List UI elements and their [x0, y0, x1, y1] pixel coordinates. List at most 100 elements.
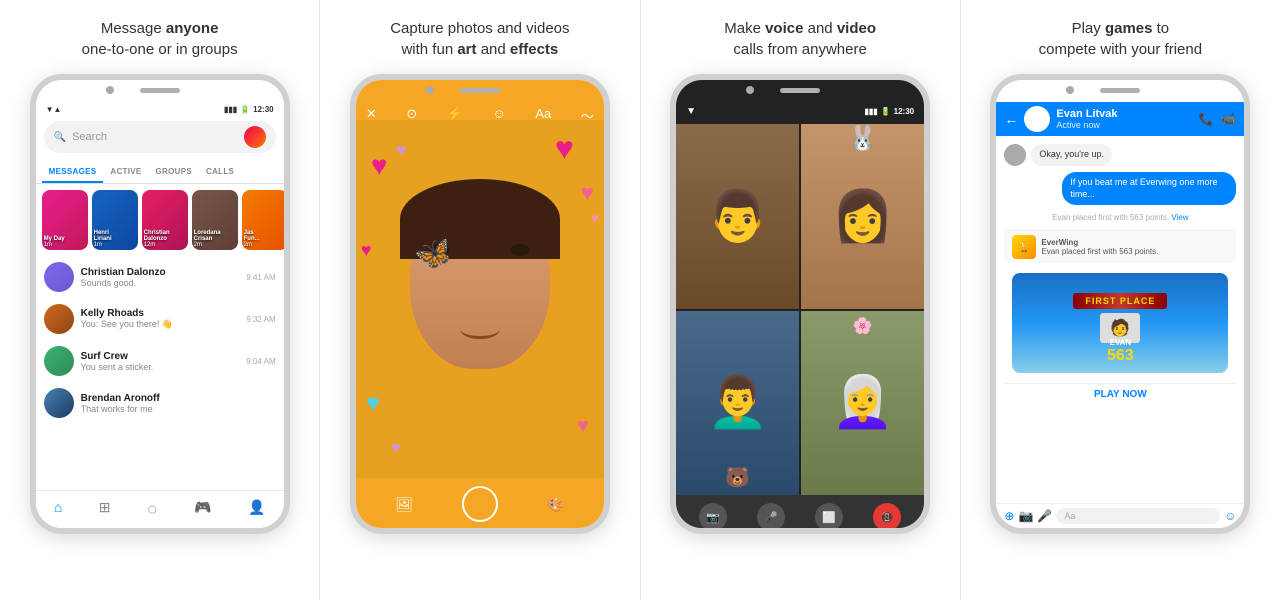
message-input-row: ⊕ 📷 🎤 Aa ☺: [996, 503, 1244, 528]
tab-calls[interactable]: CALLS: [199, 162, 241, 183]
view-link[interactable]: View: [1171, 213, 1188, 222]
story-1[interactable]: HenriLiriani1m: [92, 190, 138, 250]
heart-deco-1: ♥: [371, 150, 388, 182]
story-label-4: JasFun...2m: [244, 230, 284, 248]
chat-time-0: 9:41 AM: [246, 273, 275, 282]
text-aa-icon[interactable]: Aa: [535, 106, 551, 125]
heart-deco-9: ♥: [591, 210, 599, 226]
mic-input-icon[interactable]: 🎤: [1037, 509, 1052, 523]
play-now-row[interactable]: PLAY NOW: [1004, 383, 1236, 405]
contact-info: Evan Litvak Active now: [1056, 108, 1192, 130]
bunny-filter: 🐰: [848, 124, 878, 153]
heart-deco-6: ♥: [577, 415, 589, 438]
received-bubble-1: Okay, you're up.: [1031, 144, 1112, 166]
chat-avatar-0: [44, 262, 74, 292]
tab-messages[interactable]: MESSAGES: [42, 162, 104, 183]
msg-received-1: Okay, you're up.: [1004, 144, 1236, 166]
close-camera-icon[interactable]: ✕: [366, 106, 377, 125]
features-row: Message anyoneone-to-one or in groups ▼▲…: [0, 0, 1280, 600]
person2-placeholder: 👩 🐰: [801, 124, 924, 309]
nav-circle-icon[interactable]: ○: [147, 499, 158, 520]
gallery-icon[interactable]: 🖼: [395, 496, 413, 513]
score-player-name: EVAN: [1110, 338, 1132, 347]
nav-controller-icon[interactable]: 🎮: [194, 499, 211, 520]
effects-icon[interactable]: 〜: [581, 106, 594, 125]
face-effects-icon[interactable]: ⊙: [406, 106, 417, 125]
story-label-1: HenriLiriani1m: [94, 230, 136, 248]
video-call-grid: 👨 👩 🐰 👨‍🦱: [676, 124, 924, 495]
shutter-button[interactable]: [462, 486, 498, 522]
nav-grid-icon[interactable]: ⊞: [99, 499, 111, 520]
time-display-3: 12:30: [894, 107, 914, 116]
camera-input-icon[interactable]: 📷: [1018, 509, 1033, 523]
story-3[interactable]: LoredanaCrisan2m: [192, 190, 238, 250]
chat-item-3[interactable]: Brendan Aronoff That works for me: [36, 382, 284, 424]
chat-preview-3: That works for me: [81, 404, 269, 414]
camera-top-bar: ✕ ⊙ ⚡ ☺ Aa 〜: [356, 102, 604, 129]
emoji-icon[interactable]: ☺: [493, 106, 506, 125]
share-screen-btn[interactable]: ⬜: [815, 503, 843, 531]
time-display-1: 12:30: [253, 105, 273, 114]
tab-groups[interactable]: GROUPS: [149, 162, 199, 183]
call-action-icons: 📞 📹: [1198, 112, 1236, 126]
user-avatar[interactable]: [244, 126, 266, 148]
videocall-screen: ▼ ▮▮▮ 🔋 12:30 👨: [676, 80, 924, 528]
face-with-filter: 🦋: [400, 189, 560, 409]
heart-deco-8: ♥: [391, 440, 401, 458]
video-call-controls: 📷 🎤 ⬜ 📵: [676, 495, 924, 534]
video-call-icon[interactable]: 📹: [1221, 112, 1236, 126]
chat-time-2: 9:04 AM: [246, 357, 275, 366]
chat-avatar-1: [44, 304, 74, 334]
video-cell-person3: 👨‍🦱 🐻: [676, 311, 799, 496]
chat-info-2: Surf Crew You sent a sticker.: [81, 351, 240, 372]
game-banner[interactable]: FIRST PLACE 🧑 EVAN 563: [1012, 273, 1228, 373]
game-notif-line: Evan placed first with 563 points. View: [1004, 211, 1236, 224]
search-icon: 🔍: [54, 132, 66, 143]
tab-active[interactable]: ACTIVE: [103, 162, 148, 183]
sender-avatar-sm: [1004, 144, 1026, 166]
score-value: 563: [1107, 347, 1134, 365]
end-call-btn[interactable]: 📵: [873, 503, 901, 531]
camera-effects-palette-icon[interactable]: 🎨: [547, 496, 564, 513]
contact-avatar-game: [1024, 106, 1050, 132]
chat-info-1: Kelly Rhoads You: See you there! 👋: [81, 308, 240, 330]
everwing-icon: 🏆: [1012, 235, 1036, 259]
chat-item-0[interactable]: Christian Dalonzo Sounds good. 9:41 AM: [36, 256, 284, 298]
feature-title-messaging: Message anyoneone-to-one or in groups: [72, 18, 248, 60]
story-label-3: LoredanaCrisan2m: [194, 230, 236, 248]
everwing-notification[interactable]: 🏆 EverWing Evan placed first with 563 po…: [1004, 230, 1236, 263]
chat-info-3: Brendan Aronoff That works for me: [81, 393, 269, 414]
phone-wrapper-messaging: ▼▲ ▮▮▮ 🔋 12:30 🔍 Search: [30, 74, 290, 600]
camera-toggle-btn[interactable]: 📷: [699, 503, 727, 531]
camera-controls: 🖼 🎨: [356, 486, 604, 522]
everwing-notif-text: EverWing Evan placed first with 563 poin…: [1041, 238, 1158, 256]
nav-home-icon[interactable]: ⌂: [54, 499, 62, 520]
story-my-day[interactable]: My Day1m: [42, 190, 88, 250]
story-2[interactable]: ChristianDalonzo12m: [142, 190, 188, 250]
chat-preview-2: You sent a sticker.: [81, 362, 240, 372]
chat-item-2[interactable]: Surf Crew You sent a sticker. 9:04 AM: [36, 340, 284, 382]
emoji-input-icon[interactable]: ☺: [1224, 509, 1236, 523]
story-4[interactable]: JasFun...2m: [242, 190, 284, 250]
heart-deco-2: ♥: [581, 180, 594, 206]
mute-btn[interactable]: 🎤: [757, 503, 785, 531]
back-icon[interactable]: ←: [1004, 111, 1018, 127]
phone-wrapper-games: ← Evan Litvak Active now 📞 📹: [990, 74, 1250, 600]
play-now-text: PLAY NOW: [1094, 389, 1147, 400]
back-arrow-icon[interactable]: ▼: [686, 106, 696, 117]
nav-people-icon[interactable]: 👤: [248, 499, 265, 520]
search-bar[interactable]: 🔍 Search: [44, 121, 276, 153]
lightning-icon[interactable]: ⚡: [447, 106, 463, 125]
stories-row: My Day1m HenriLiriani1m ChristianDalonzo…: [36, 184, 284, 256]
chat-info-0: Christian Dalonzo Sounds good.: [81, 267, 240, 288]
messenger-tabs: MESSAGES ACTIVE GROUPS CALLS: [36, 162, 284, 184]
voice-call-icon[interactable]: 📞: [1198, 112, 1213, 126]
contact-status: Active now: [1056, 120, 1192, 130]
message-text-field[interactable]: Aa: [1056, 508, 1220, 524]
story-label-0: My Day1m: [44, 236, 86, 248]
chat-item-1[interactable]: Kelly Rhoads You: See you there! 👋 9:32 …: [36, 298, 284, 340]
add-attachment-icon[interactable]: ⊕: [1004, 509, 1014, 523]
feature-title-games: Play games tocompete with your friend: [1029, 18, 1212, 60]
feature-panel-games: Play games tocompete with your friend ← …: [961, 0, 1280, 600]
chat-name-2: Surf Crew: [81, 351, 240, 362]
